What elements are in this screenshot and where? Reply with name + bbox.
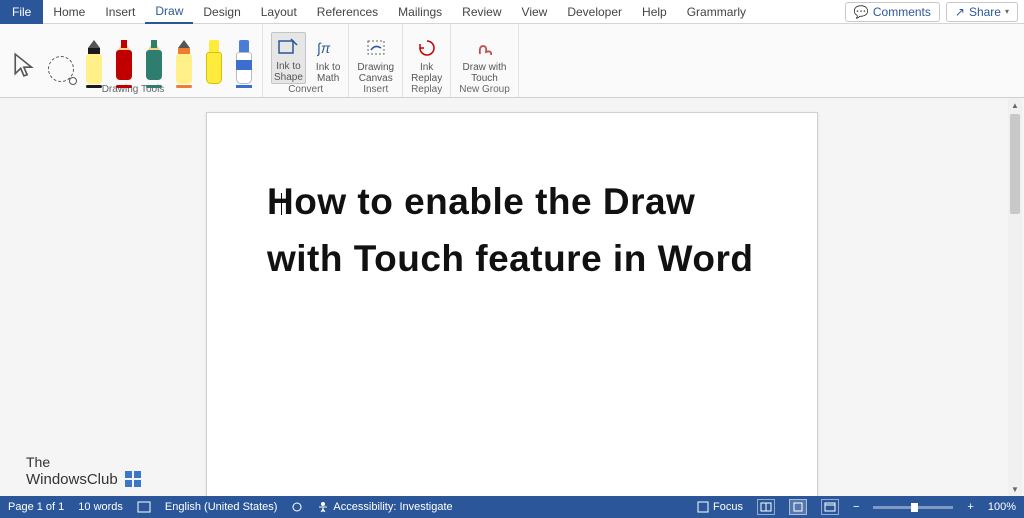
ink-to-shape-button[interactable]: Ink to Shape	[271, 32, 306, 84]
ink-to-math-label: Ink to Math	[316, 62, 340, 84]
highlighter-blue[interactable]	[234, 32, 254, 84]
status-spellcheck[interactable]	[137, 500, 151, 514]
pen-icon	[84, 40, 104, 84]
ink-replay-icon	[415, 36, 439, 60]
cursor-icon	[12, 51, 38, 84]
share-button[interactable]: ↗ Share ▾	[946, 2, 1018, 22]
chevron-down-icon: ▾	[1005, 7, 1009, 16]
scroll-down-icon[interactable]: ▼	[1008, 482, 1022, 496]
windows-icon	[124, 470, 142, 488]
draw-with-touch-icon	[473, 36, 497, 60]
draw-with-touch-button[interactable]: Draw with Touch	[463, 32, 507, 84]
record-icon	[291, 501, 303, 513]
print-layout-icon	[792, 502, 804, 512]
group-label-replay: Replay	[411, 84, 442, 97]
status-macro[interactable]	[291, 501, 303, 513]
pen-orange[interactable]	[174, 32, 194, 84]
comment-icon: 💬	[854, 5, 869, 19]
drawing-canvas-label: Drawing Canvas	[357, 62, 394, 84]
ink-to-math-button[interactable]: ∫π Ink to Math	[316, 32, 340, 84]
page-canvas[interactable]: How to enable the Draw with Touch featur…	[206, 112, 818, 496]
pencil-icon	[144, 40, 164, 84]
tab-references[interactable]: References	[307, 0, 388, 24]
web-layout-icon	[824, 502, 836, 512]
ink-to-math-icon: ∫π	[316, 36, 340, 60]
tab-grammarly[interactable]: Grammarly	[677, 0, 756, 24]
tab-developer[interactable]: Developer	[557, 0, 632, 24]
tab-review[interactable]: Review	[452, 0, 511, 24]
tab-file[interactable]: File	[0, 0, 43, 24]
tab-help[interactable]: Help	[632, 0, 677, 24]
pen-icon	[174, 40, 194, 84]
document-area[interactable]: How to enable the Draw with Touch featur…	[0, 98, 1024, 496]
pen-red[interactable]	[114, 32, 134, 84]
drawing-canvas-icon	[364, 36, 388, 60]
tab-design[interactable]: Design	[193, 0, 250, 24]
status-page[interactable]: Page 1 of 1	[8, 501, 64, 513]
tab-layout[interactable]: Layout	[251, 0, 307, 24]
view-read-mode[interactable]	[757, 499, 775, 515]
scroll-thumb[interactable]	[1010, 114, 1020, 214]
pen-black[interactable]	[84, 32, 104, 84]
view-web-layout[interactable]	[821, 499, 839, 515]
tab-view[interactable]: View	[512, 0, 558, 24]
comments-label: Comments	[873, 5, 931, 19]
group-label-insert: Insert	[363, 84, 388, 97]
zoom-in[interactable]: +	[967, 501, 973, 513]
accessibility-icon	[317, 501, 329, 513]
view-print-layout[interactable]	[789, 499, 807, 515]
pencil-icon	[114, 40, 134, 84]
lasso-icon	[48, 56, 74, 82]
status-words[interactable]: 10 words	[78, 501, 123, 513]
focus-icon	[697, 501, 709, 513]
ink-to-shape-icon	[276, 35, 300, 59]
text-cursor	[281, 193, 282, 215]
ink-to-shape-label: Ink to Shape	[274, 61, 303, 83]
highlighter-icon	[204, 40, 224, 84]
zoom-slider[interactable]	[873, 506, 953, 509]
drawing-canvas-button[interactable]: Drawing Canvas	[357, 32, 394, 84]
status-language[interactable]: English (United States)	[165, 501, 278, 513]
draw-with-touch-label: Draw with Touch	[463, 62, 507, 84]
pen-teal[interactable]	[144, 32, 164, 84]
lasso-tool[interactable]	[48, 32, 74, 84]
status-focus[interactable]: Focus	[697, 501, 743, 513]
svg-text:∫π: ∫π	[317, 40, 331, 57]
status-accessibility[interactable]: Accessibility: Investigate	[317, 501, 452, 513]
group-label-convert: Convert	[288, 84, 323, 97]
zoom-percent[interactable]: 100%	[988, 501, 1016, 513]
highlighter-yellow[interactable]	[204, 32, 224, 84]
tab-draw[interactable]: Draw	[145, 0, 193, 24]
tab-insert[interactable]: Insert	[95, 0, 145, 24]
document-heading: How to enable the Draw with Touch featur…	[267, 173, 757, 288]
highlighter-icon	[234, 40, 254, 84]
tab-mailings[interactable]: Mailings	[388, 0, 452, 24]
spellcheck-icon	[137, 500, 151, 514]
share-label: Share	[969, 5, 1001, 19]
tab-home[interactable]: Home	[43, 0, 95, 24]
select-tool[interactable]	[12, 32, 38, 84]
watermark-logo: The WindowsClub	[26, 454, 142, 488]
ink-replay-button[interactable]: Ink Replay	[411, 32, 442, 84]
comments-button[interactable]: 💬 Comments	[845, 2, 940, 22]
zoom-out[interactable]: −	[853, 501, 859, 513]
share-icon: ↗	[955, 5, 965, 19]
scroll-up-icon[interactable]: ▲	[1008, 98, 1022, 112]
read-icon	[760, 502, 772, 512]
group-label-new-group: New Group	[459, 84, 510, 97]
ink-replay-label: Ink Replay	[411, 62, 442, 84]
vertical-scrollbar[interactable]: ▲ ▼	[1008, 98, 1022, 496]
